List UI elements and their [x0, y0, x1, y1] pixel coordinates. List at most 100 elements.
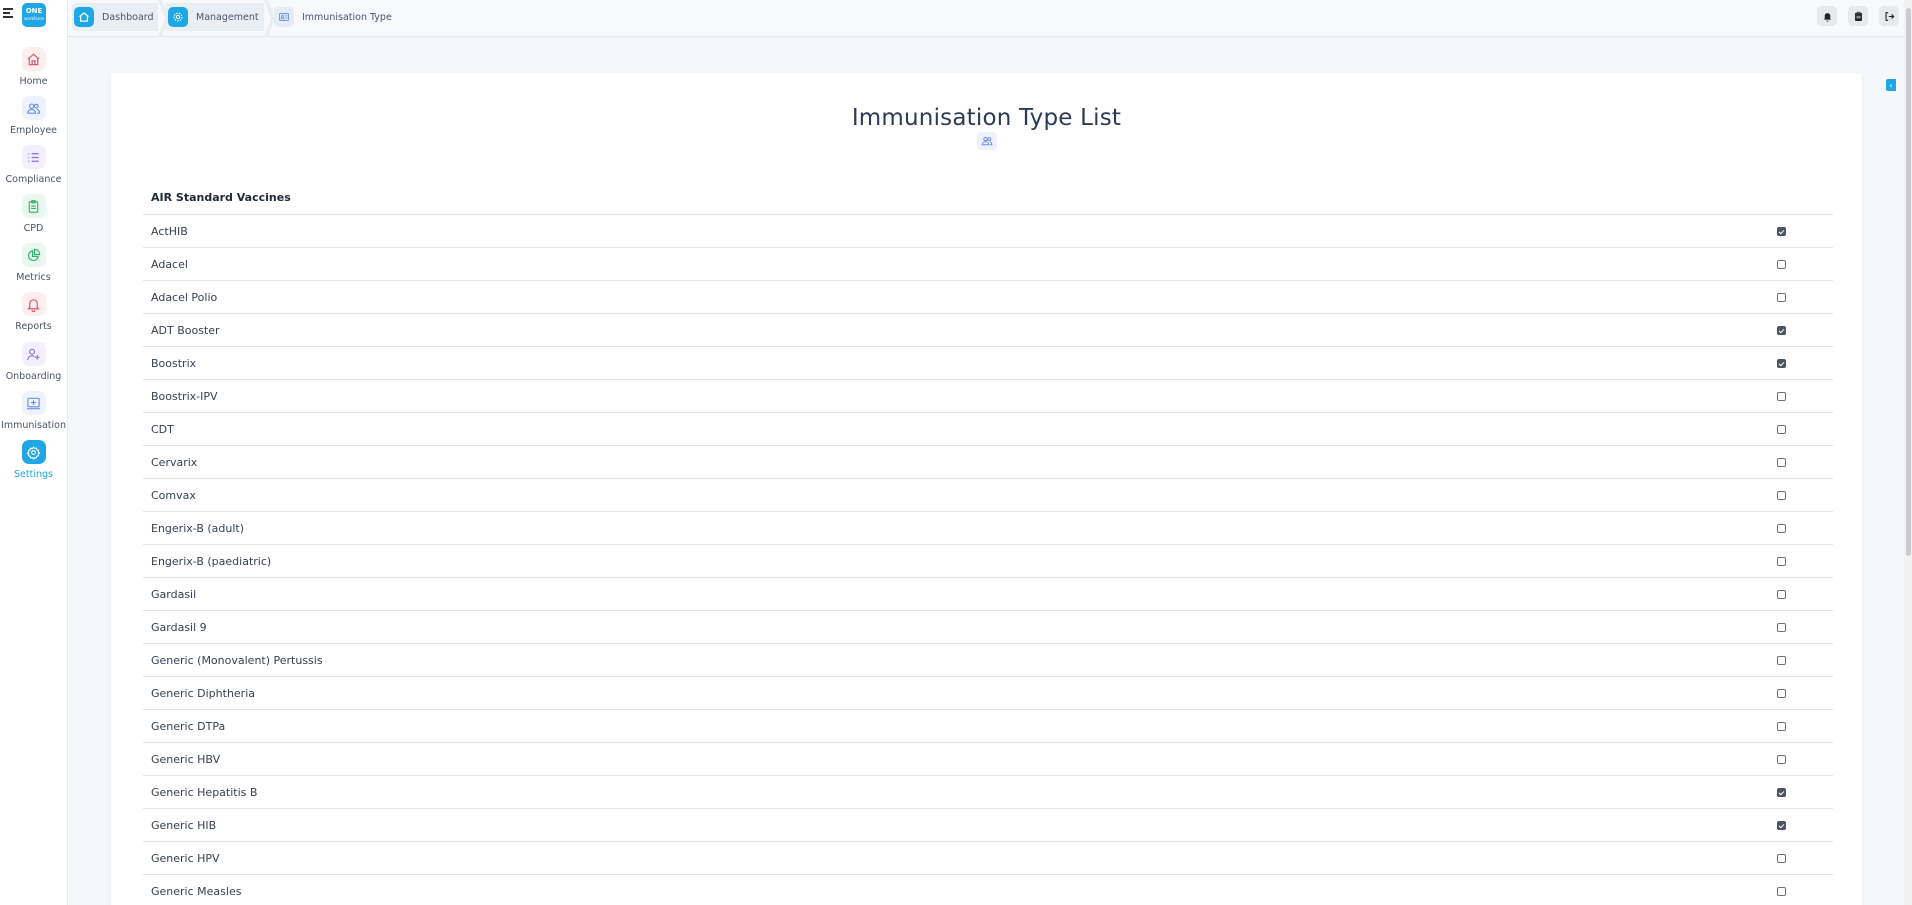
vaccine-name: Generic (Monovalent) Pertussis	[151, 653, 323, 667]
immunisation-type-card: Immunisation Type List AIR Standard Vacc…	[111, 73, 1862, 905]
sidebar-item-cpd[interactable]: CPD	[0, 194, 67, 234]
collapse-panel-button[interactable]: ‹	[1886, 79, 1896, 91]
sidebar-item-label: Metrics	[16, 272, 51, 283]
vaccine-checkbox[interactable]	[1777, 359, 1786, 368]
table-row: Generic DTPa	[143, 710, 1833, 743]
vaccine-checkbox[interactable]	[1777, 590, 1786, 599]
sidebar-item-label: Home	[19, 76, 48, 87]
vaccine-checkbox[interactable]	[1777, 788, 1786, 797]
table-row: Gardasil	[143, 578, 1833, 611]
gear-icon	[168, 7, 188, 27]
vaccine-checkbox[interactable]	[1777, 854, 1786, 863]
vaccine-name: Cervarix	[151, 455, 198, 469]
sidebar-item-metrics[interactable]: Metrics	[0, 243, 67, 283]
page-title: Immunisation Type List	[851, 105, 1122, 131]
vaccine-checkbox[interactable]	[1777, 491, 1786, 500]
gear-icon	[21, 440, 46, 464]
vaccine-name: ActHIB	[151, 224, 188, 238]
table-row: Engerix-B (adult)	[143, 512, 1833, 545]
logout-icon	[1885, 11, 1894, 21]
logout-button[interactable]	[1879, 6, 1899, 26]
vaccine-name: CDT	[151, 422, 174, 436]
vaccine-name: Adacel	[151, 257, 188, 271]
vaccine-checkbox[interactable]	[1777, 524, 1786, 533]
table-row: Generic (Monovalent) Pertussis	[143, 644, 1833, 677]
breadcrumb-dashboard[interactable]: Dashboard	[72, 3, 158, 31]
clipboard-icon	[1854, 11, 1862, 21]
table-row: Adacel	[143, 248, 1833, 281]
table-row: Generic HIB	[143, 809, 1833, 842]
vaccine-name: Generic Diphtheria	[151, 686, 256, 700]
table-row: Comvax	[143, 479, 1833, 512]
sidebar-item-label: Employee	[9, 125, 58, 136]
vaccine-checkbox[interactable]	[1777, 392, 1786, 401]
vaccine-name: Engerix-B (paediatric)	[151, 554, 272, 568]
vaccine-checkbox[interactable]	[1777, 227, 1786, 236]
vaccine-name: Boostrix-IPV	[151, 389, 218, 403]
vaccine-name: Comvax	[151, 488, 196, 502]
breadcrumb-label: Dashboard	[102, 11, 154, 23]
breadcrumb-management[interactable]: Management	[166, 3, 264, 31]
vaccine-checkbox[interactable]	[1777, 656, 1786, 665]
table-row: Boostrix	[143, 347, 1833, 380]
vaccine-checkbox[interactable]	[1777, 260, 1786, 269]
bell-icon	[1823, 12, 1831, 22]
sidebar-item-onboarding[interactable]: Onboarding	[0, 342, 67, 382]
sidebar: ONE workforce Home Employee Compliance C…	[0, 0, 68, 905]
home-icon	[74, 7, 94, 27]
table-row: ActHIB	[143, 215, 1833, 248]
id-card-icon	[274, 7, 294, 27]
users-icon	[21, 96, 46, 120]
table-row: CDT	[143, 413, 1833, 446]
monitor-plus-icon	[21, 391, 46, 415]
logo-text: ONE	[25, 7, 43, 15]
vaccine-checkbox[interactable]	[1777, 623, 1786, 632]
app-logo[interactable]: ONE workforce	[22, 3, 46, 27]
vaccine-checkbox[interactable]	[1777, 458, 1786, 467]
vaccine-name: Generic HPV	[151, 851, 220, 865]
menu-icon[interactable]	[3, 8, 15, 20]
scrollbar-thumb[interactable]	[1906, 8, 1911, 556]
sidebar-item-employee[interactable]: Employee	[0, 96, 67, 136]
tasks-button[interactable]	[1848, 6, 1868, 26]
vaccine-checkbox[interactable]	[1777, 557, 1786, 566]
table-row: Generic HPV	[143, 842, 1833, 875]
vaccine-checkbox[interactable]	[1777, 293, 1786, 302]
table-row: Cervarix	[143, 446, 1833, 479]
table-row: Adacel Polio	[143, 281, 1833, 314]
chevron-left-icon: ‹	[1889, 80, 1893, 90]
sidebar-item-label: Onboarding	[5, 371, 62, 382]
sidebar-item-reports[interactable]: Reports	[0, 292, 67, 332]
clipboard-icon	[21, 194, 46, 218]
table-row: ADT Booster	[143, 314, 1833, 347]
breadcrumb-immunisation-type[interactable]: Immunisation Type	[272, 3, 392, 31]
topbar: Dashboard Management Immunisation Type	[68, 0, 1912, 37]
table-row: Gardasil 9	[143, 611, 1833, 644]
vaccine-name: Gardasil 9	[151, 620, 207, 634]
vaccine-name: Boostrix	[151, 356, 197, 370]
vaccine-name: Generic Measles	[151, 884, 242, 898]
vaccine-checkbox[interactable]	[1777, 887, 1786, 896]
table-row: Generic Diphtheria	[143, 677, 1833, 710]
vaccine-checkbox[interactable]	[1777, 755, 1786, 764]
sidebar-item-label: Reports	[15, 321, 52, 332]
sidebar-item-settings[interactable]: Settings	[0, 440, 67, 480]
sidebar-item-label: Settings	[14, 469, 53, 480]
vaccine-checkbox[interactable]	[1777, 722, 1786, 731]
vaccine-checkbox[interactable]	[1777, 689, 1786, 698]
vaccine-checkbox[interactable]	[1777, 425, 1786, 434]
sidebar-item-immunisation[interactable]: Immunisation	[0, 391, 67, 431]
sidebar-item-label: Compliance	[5, 174, 62, 185]
users-icon	[977, 132, 997, 150]
vaccine-checkbox[interactable]	[1777, 326, 1786, 335]
sidebar-item-home[interactable]: Home	[0, 47, 67, 87]
breadcrumb-label: Immunisation Type	[302, 11, 392, 23]
vaccine-name: ADT Booster	[151, 323, 220, 337]
sidebar-item-label: Immunisation	[1, 420, 66, 431]
vaccine-checkbox[interactable]	[1777, 821, 1786, 830]
vaccine-name: Generic HBV	[151, 752, 221, 766]
vaccine-name: Gardasil	[151, 587, 197, 601]
notifications-button[interactable]	[1817, 6, 1837, 26]
sidebar-item-compliance[interactable]: Compliance	[0, 145, 67, 185]
section-title: AIR Standard Vaccines	[151, 191, 291, 204]
